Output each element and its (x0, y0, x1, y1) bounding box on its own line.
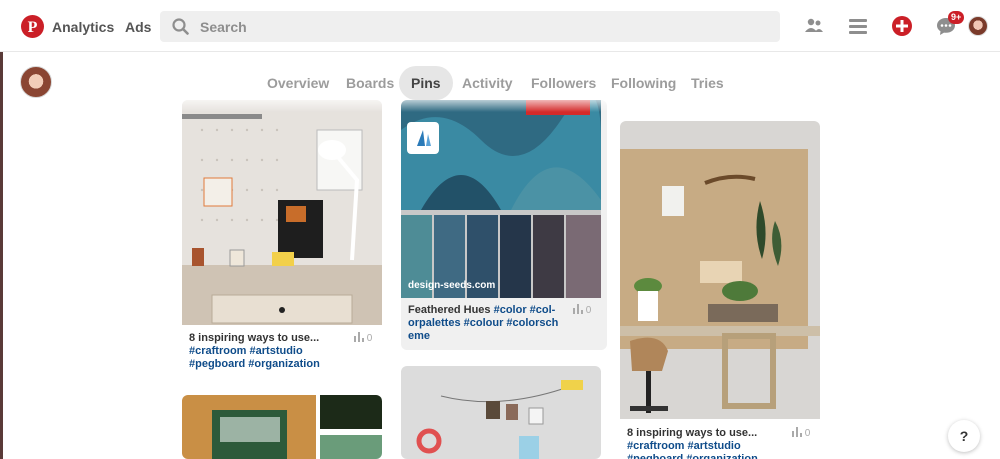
add-pin-icon[interactable] (892, 16, 912, 41)
pin-description[interactable]: 8 inspiring ways to use... #craftroom #a… (189, 332, 349, 370)
pin-image-pegboard-photos[interactable] (401, 366, 601, 459)
search-input[interactable] (200, 11, 760, 42)
help-button[interactable]: ? (948, 420, 980, 452)
pinterest-logo-icon[interactable]: P (21, 15, 44, 38)
pin-stats: 0 (573, 304, 591, 317)
pin-description-text: 8 inspiring ways to use... (189, 332, 320, 344)
pin-description[interactable]: Feathered Hues #color #col-orpalettes #c… (408, 304, 568, 343)
pin-card-green-door[interactable] (182, 395, 382, 459)
pin-image-pegboard-desk[interactable] (182, 100, 382, 325)
pin-card-pegboard-photos[interactable] (401, 366, 601, 459)
pin-card-pegboard-plants[interactable]: 8 inspiring ways to use... #craftroom #a… (620, 121, 820, 459)
top-header: P Analytics Ads 9+ (0, 0, 1000, 52)
user-avatar[interactable] (968, 16, 988, 36)
source-badge[interactable] (407, 122, 439, 154)
pin-stats-count: 0 (585, 305, 592, 317)
notifications-badge: 9+ (948, 11, 965, 24)
pin-stats-count: 0 (804, 428, 811, 440)
pin-description-text: 8 inspiring ways to use... (627, 427, 758, 439)
left-edge-strip (0, 0, 3, 459)
pin-image-pegboard-plants[interactable] (620, 121, 820, 419)
bar-chart-icon (573, 304, 583, 317)
pin-description-tags[interactable]: #craftroom #artstudio #pegboard #organiz… (627, 440, 758, 459)
pin-description-tags[interactable]: #craftroom #artstudio #pegboard #organiz… (189, 345, 320, 370)
tab-activity[interactable]: Activity (462, 66, 513, 100)
search-icon (172, 18, 189, 40)
pin-stats: 0 (792, 427, 810, 440)
pin-source-label: design-seeds.com (408, 280, 496, 291)
pin-stats: 0 (354, 332, 372, 345)
pin-image-green-door[interactable] (182, 395, 382, 459)
profile-avatar[interactable] (20, 66, 52, 98)
nav-ads-link[interactable]: Ads (125, 19, 151, 35)
pin-card-feathered-hues[interactable]: design-seeds.com Feathered Hues #color #… (401, 100, 607, 350)
tab-pins[interactable]: Pins (399, 66, 453, 100)
pin-stats-count: 0 (366, 333, 373, 345)
svg-text:P: P (28, 19, 38, 36)
bar-chart-icon (354, 332, 364, 345)
pin-description[interactable]: 8 inspiring ways to use... #craftroom #a… (627, 427, 787, 459)
tab-overview[interactable]: Overview (267, 66, 329, 100)
tab-followers[interactable]: Followers (531, 66, 596, 100)
menu-icon[interactable] (848, 16, 868, 41)
nav-analytics-link[interactable]: Analytics (52, 19, 114, 35)
tab-boards[interactable]: Boards (346, 66, 394, 100)
pin-description-text: Feathered Hues (408, 304, 494, 316)
tab-tries[interactable]: Tries (691, 66, 724, 100)
pin-card-pegboard-desk[interactable]: 8 inspiring ways to use... #craftroom #a… (182, 100, 382, 370)
tab-following[interactable]: Following (611, 66, 676, 100)
people-icon[interactable] (804, 16, 824, 41)
search-bar[interactable] (160, 11, 780, 42)
bar-chart-icon (792, 427, 802, 440)
sail-icon (407, 130, 439, 158)
